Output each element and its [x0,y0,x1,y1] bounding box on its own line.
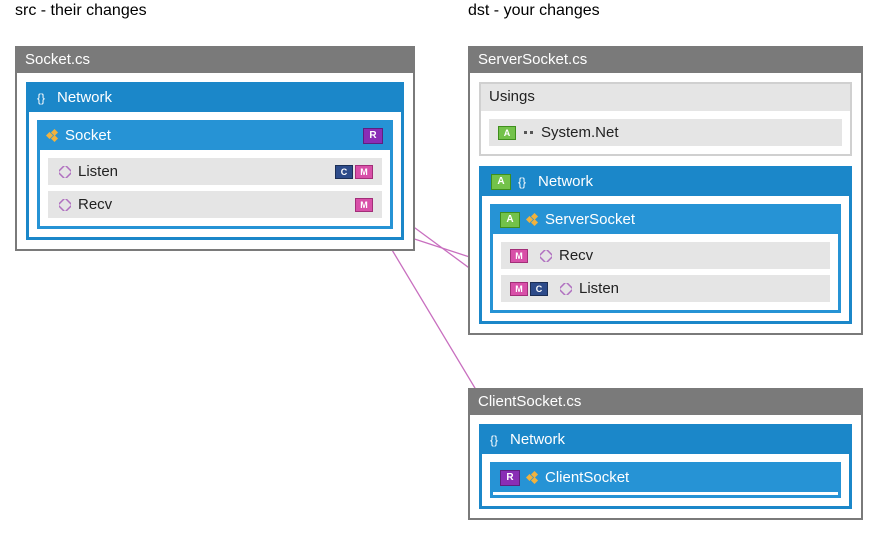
badge-a: A [491,174,511,190]
src-header: src - their changes [15,2,147,20]
dst-header: dst - your changes [468,2,600,20]
method-icon [537,250,555,262]
using-icon [523,129,535,137]
src-class-box: Socket R Listen C [37,120,393,229]
dst-server-file-title: ServerSocket.cs [470,48,861,73]
badge-r: R [500,470,520,486]
method-icon [56,199,74,211]
dst-member-recv[interactable]: M Recv [501,242,830,269]
namespace-icon: {} [490,433,504,447]
badge-m: M [510,282,528,296]
member-badges: C M [334,165,374,179]
badge-c: C [335,165,353,179]
dst-client-namespace-label: Network [510,431,565,448]
dst-client-file-title: ClientSocket.cs [470,390,861,415]
class-icon [526,213,540,227]
using-label: System.Net [541,124,834,141]
method-icon [557,283,575,295]
member-badges: M [509,249,529,263]
dst-client-namespace-box: {} Network R [479,424,852,509]
badge-m: M [510,249,528,263]
member-label: Recv [78,196,354,213]
method-icon [56,166,74,178]
member-label: Listen [579,280,822,297]
badge-r: R [363,128,383,144]
using-row[interactable]: A System.Net [489,119,842,146]
member-badges: M C [509,282,549,296]
src-namespace-box: {} Network [26,82,404,240]
usings-header: Usings [481,84,850,111]
dst-member-listen[interactable]: M C Listen [501,275,830,302]
dst-server-file-box: ServerSocket.cs Usings A System.Net A [468,46,863,335]
src-file-box: Socket.cs {} Network [15,46,415,251]
svg-text:{}: {} [518,175,526,189]
dst-namespace-box: A {} Network A [479,166,852,324]
badge-c: C [530,282,548,296]
svg-text:{}: {} [490,433,498,447]
svg-text:{}: {} [37,91,45,105]
class-icon [526,471,540,485]
badge-m: M [355,198,373,212]
usings-box: Usings A System.Net [479,82,852,156]
namespace-icon: {} [518,175,532,189]
src-file-title: Socket.cs [17,48,413,73]
src-namespace-label: Network [57,89,112,106]
dst-client-file-box: ClientSocket.cs {} Network R [468,388,863,520]
src-class-label: Socket [65,127,111,144]
src-member-recv[interactable]: Recv M [48,191,382,218]
member-label: Recv [559,247,822,264]
class-icon [46,129,60,143]
dst-client-class-box: R ClientSocket [490,462,841,498]
badge-a: A [498,126,516,140]
badge-m: M [355,165,373,179]
dst-class-label: ServerSocket [545,211,635,228]
namespace-icon: {} [37,91,51,105]
badge-a: A [500,212,520,228]
member-badges: M [354,198,374,212]
src-member-listen[interactable]: Listen C M [48,158,382,185]
member-label: Listen [78,163,334,180]
dst-client-class-label: ClientSocket [545,469,629,486]
dst-namespace-label: Network [538,173,593,190]
diagram-canvas: src - their changes dst - your changes S… [0,0,887,545]
dst-class-box: A ServerSocket [490,204,841,313]
